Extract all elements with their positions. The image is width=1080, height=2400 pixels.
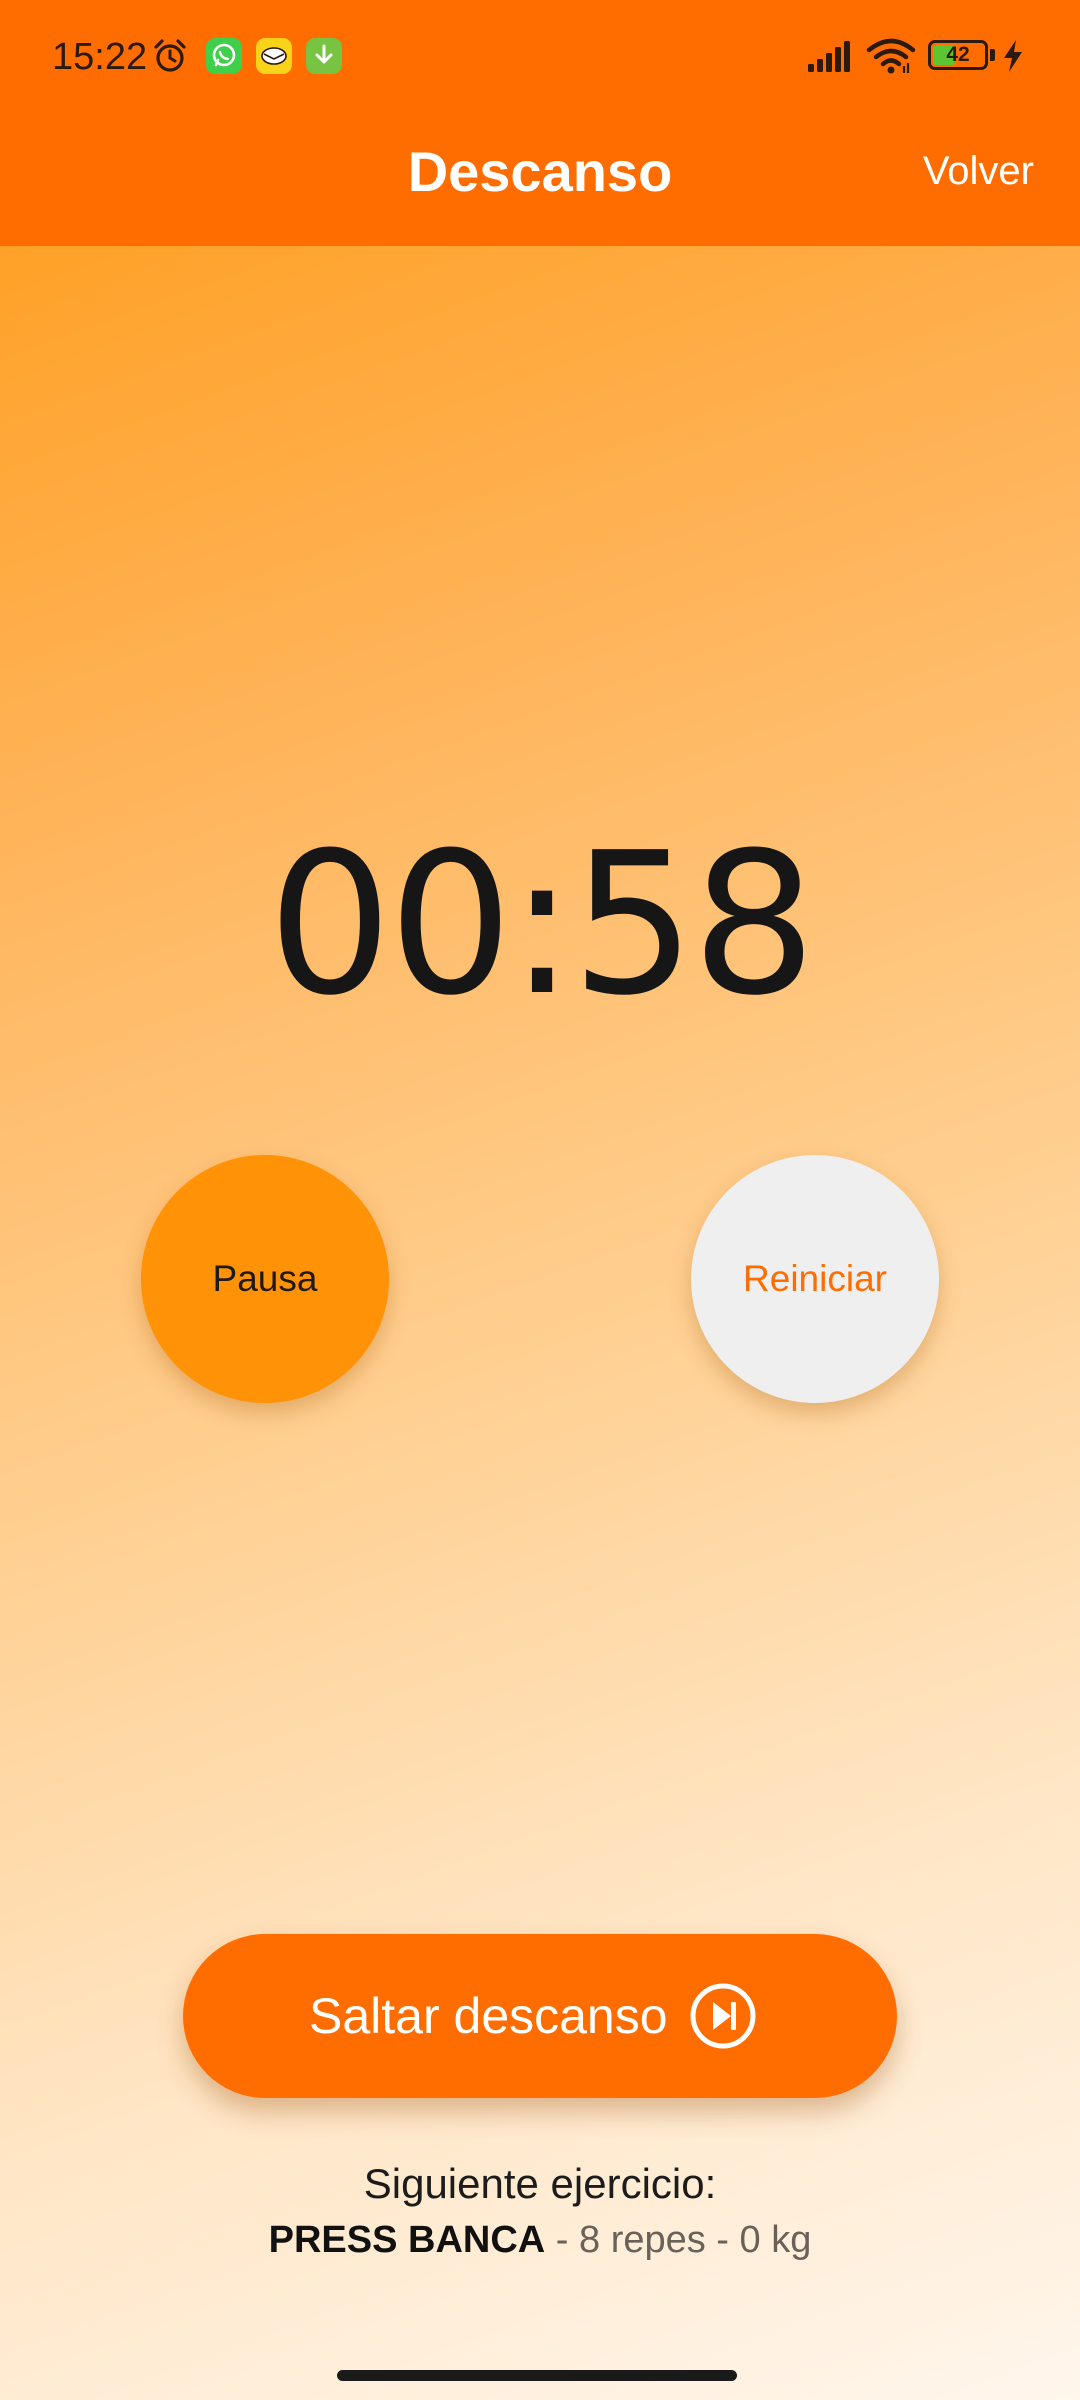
battery-tip [990, 49, 995, 61]
skip-rest-button[interactable]: Saltar descanso [183, 1934, 897, 2098]
pause-button[interactable]: Pausa [141, 1155, 389, 1403]
rest-screen: 15:22 42 Descanso Volver 00:58 Pausa Rei… [0, 0, 1080, 2400]
home-indicator[interactable] [337, 2370, 737, 2381]
status-time: 15:22 [52, 36, 148, 78]
back-button[interactable]: Volver [923, 140, 1034, 202]
whatsapp-icon [206, 38, 242, 74]
top-bar: 15:22 42 Descanso Volver [0, 0, 1080, 246]
next-exercise-name: PRESS BANCA [268, 2219, 546, 2261]
charging-bolt-icon [1004, 40, 1022, 72]
battery-icon: 42 [928, 40, 988, 70]
next-exercise-detail: - 8 repes - 0 kg [545, 2219, 812, 2261]
skip-next-icon [690, 1983, 756, 2049]
wifi-icon [866, 38, 916, 74]
mail-icon [256, 38, 292, 74]
next-exercise-heading: Siguiente ejercicio: [363, 2160, 717, 2207]
battery-level: 42 [946, 43, 970, 66]
skip-rest-label: Saltar descanso [309, 1988, 668, 2044]
signal-icon [808, 41, 850, 72]
page-title: Descanso [407, 140, 673, 203]
download-icon [306, 38, 342, 74]
reset-button[interactable]: Reiniciar [691, 1155, 939, 1403]
next-exercise-info: PRESS BANCA - 8 repes - 0 kg [0, 2212, 1080, 2268]
rest-timer: 00:58 [267, 811, 817, 1039]
alarm-icon [154, 39, 186, 72]
